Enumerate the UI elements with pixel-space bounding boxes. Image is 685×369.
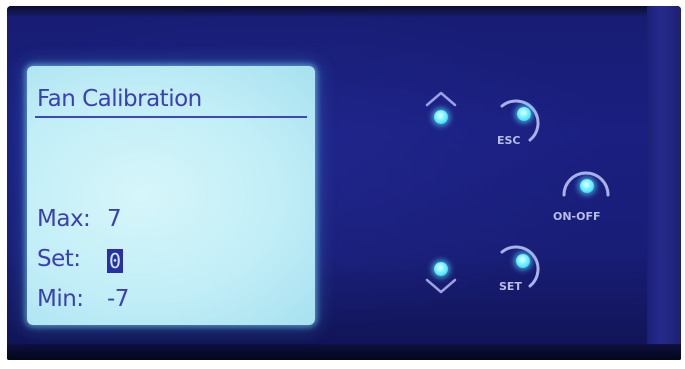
set-label: SET bbox=[499, 280, 522, 293]
max-label: Max: bbox=[37, 206, 91, 232]
min-value: -7 bbox=[107, 286, 129, 312]
on-off-label: ON-OFF bbox=[553, 210, 601, 223]
chevron-down-icon bbox=[425, 278, 457, 294]
set-led-icon bbox=[516, 254, 530, 268]
set-row: Set: 0 bbox=[37, 246, 123, 273]
lcd-title-underline bbox=[35, 116, 307, 118]
on-off-button[interactable]: ON-OFF bbox=[553, 155, 619, 231]
up-button[interactable] bbox=[424, 90, 458, 136]
set-button[interactable]: SET bbox=[494, 226, 554, 300]
min-row: Min: -7 bbox=[37, 286, 129, 312]
panel-bottom-edge bbox=[7, 344, 681, 360]
lcd-title: Fan Calibration bbox=[37, 86, 202, 112]
esc-led-icon bbox=[517, 107, 531, 121]
esc-button[interactable]: ESC bbox=[494, 80, 554, 154]
max-row: Max: 7 bbox=[37, 206, 122, 232]
panel-top-edge bbox=[7, 6, 681, 16]
down-button[interactable] bbox=[424, 255, 458, 301]
esc-label: ESC bbox=[497, 134, 521, 147]
set-value-cursor[interactable]: 0 bbox=[107, 249, 123, 273]
up-led-icon bbox=[434, 110, 448, 124]
set-label: Set: bbox=[37, 246, 81, 272]
lcd-display: Fan Calibration Max: 7 Set: 0 Min: -7 bbox=[27, 66, 315, 325]
min-label: Min: bbox=[37, 286, 84, 312]
on-off-led-icon bbox=[580, 179, 594, 193]
max-value: 7 bbox=[107, 206, 122, 232]
panel-side-edge bbox=[647, 6, 681, 360]
